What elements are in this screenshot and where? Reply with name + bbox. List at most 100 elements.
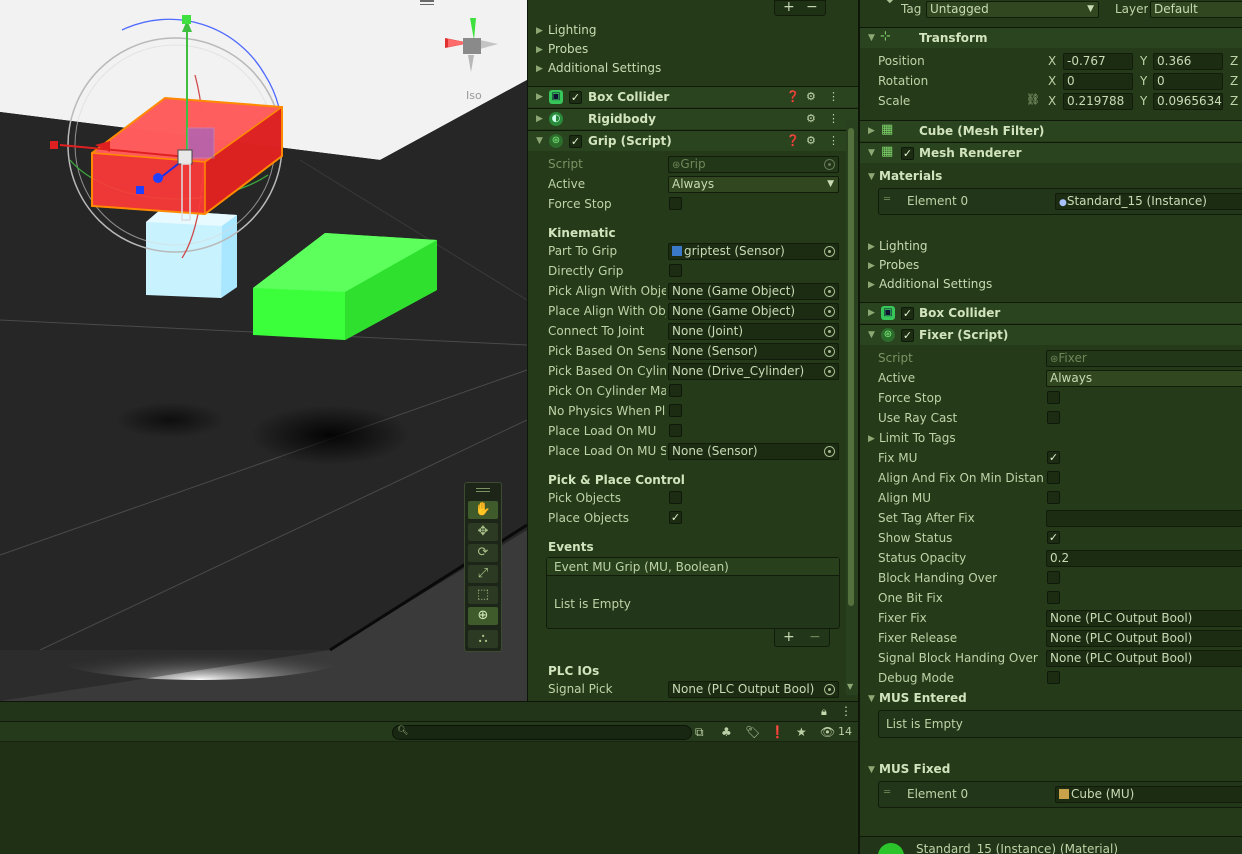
lock-icon[interactable]: 🔒︎ bbox=[821, 705, 827, 719]
section-probes[interactable]: Probes bbox=[548, 42, 588, 56]
scale-tool-icon[interactable]: ⤢ bbox=[468, 565, 498, 583]
place-load-sensor-field[interactable]: None (Sensor) bbox=[668, 443, 839, 460]
custom-tool-icon[interactable]: ⛬ bbox=[468, 630, 498, 648]
preset-icon[interactable]: ⚙︎ bbox=[806, 90, 816, 103]
fixer-release-field[interactable]: None (PLC Output Bool) bbox=[1046, 630, 1242, 647]
active-dropdown[interactable]: Always bbox=[1046, 370, 1242, 387]
align-mu-checkbox[interactable] bbox=[1047, 491, 1060, 504]
layer-dropdown[interactable]: Default bbox=[1150, 1, 1242, 18]
mesh-renderer-enabled-checkbox[interactable]: ✓ bbox=[901, 147, 914, 160]
debug-mode-checkbox[interactable] bbox=[1047, 671, 1060, 684]
fix-mu-checkbox[interactable]: ✓ bbox=[1047, 451, 1060, 464]
position-x-field[interactable]: -0.767 bbox=[1063, 53, 1133, 70]
component-header-transform[interactable]: ▼ ⊹ Transform bbox=[860, 27, 1242, 48]
help-icon[interactable]: ❓ bbox=[786, 90, 800, 103]
scale-x-field[interactable]: 0.219788 bbox=[1063, 93, 1133, 110]
tag-dropdown[interactable]: Untagged ▼ bbox=[926, 1, 1099, 18]
active-dropdown[interactable]: Always ▼ bbox=[668, 176, 839, 193]
use-raycast-checkbox[interactable] bbox=[1047, 411, 1060, 424]
favorite-star-icon[interactable]: ★ bbox=[796, 725, 807, 739]
hidden-eye-icon[interactable]: 👁︎ bbox=[820, 725, 835, 739]
rotate-tool-icon[interactable]: ⟳ bbox=[468, 544, 498, 562]
drag-handle-icon[interactable]: ═ bbox=[884, 194, 890, 205]
force-stop-checkbox[interactable] bbox=[1047, 391, 1060, 404]
axis-y-label[interactable]: Y bbox=[1140, 74, 1147, 88]
mus-fixed-element-field[interactable]: Cube (MU) bbox=[1055, 786, 1242, 803]
pick-icon[interactable]: ⧉ bbox=[695, 725, 704, 740]
rotation-y-field[interactable]: 0 bbox=[1153, 73, 1223, 90]
scene-filter-icon[interactable]: ♣ bbox=[721, 725, 732, 739]
no-physics-checkbox[interactable] bbox=[669, 404, 682, 417]
signal-pick-field[interactable]: None (PLC Output Bool) bbox=[668, 681, 839, 698]
place-align-field[interactable]: None (Game Object) bbox=[668, 303, 839, 320]
material-element-field[interactable]: ●Standard_15 (Instance) bbox=[1055, 193, 1242, 210]
set-tag-field[interactable] bbox=[1046, 510, 1242, 527]
place-objects-checkbox[interactable]: ✓ bbox=[669, 511, 682, 524]
pick-objects-checkbox[interactable] bbox=[669, 491, 682, 504]
component-header-box-collider[interactable]: ▶ ▣ ✓ Box Collider bbox=[860, 302, 1242, 323]
scene-canvas[interactable] bbox=[0, 0, 527, 701]
connect-joint-field[interactable]: None (Joint) bbox=[668, 323, 839, 340]
component-header-box-collider[interactable]: ▶ ▣ ✓ Box Collider ❓ ⚙︎ ⋮ bbox=[528, 86, 858, 107]
align-fix-checkbox[interactable] bbox=[1047, 471, 1060, 484]
position-y-field[interactable]: 0.366 bbox=[1153, 53, 1223, 70]
axis-z-label[interactable]: Z bbox=[1230, 74, 1238, 88]
axis-x-label[interactable]: X bbox=[1048, 94, 1056, 108]
box-collider-enabled-checkbox[interactable]: ✓ bbox=[569, 91, 582, 104]
section-additional-settings[interactable]: Additional Settings bbox=[548, 61, 661, 75]
axis-x-label[interactable]: X bbox=[1048, 54, 1056, 68]
pick-cylinder-field[interactable]: None (Drive_Cylinder) bbox=[668, 363, 839, 380]
component-menu-icon[interactable]: ⋮ bbox=[828, 134, 839, 147]
part-to-grip-field[interactable]: griptest (Sensor) bbox=[668, 243, 839, 260]
section-probes[interactable]: Probes bbox=[879, 258, 919, 272]
mus-fixed-foldout[interactable]: MUS Fixed bbox=[879, 762, 950, 776]
inspector-scrollbar[interactable]: ▼ bbox=[846, 120, 858, 695]
component-header-grip[interactable]: ▼ ⊛ ✓ Grip (Script) ❓ ⚙︎ ⋮ bbox=[528, 130, 858, 151]
block-handing-checkbox[interactable] bbox=[1047, 571, 1060, 584]
scene-view[interactable]: Iso ✋ ✥ ⟳ ⤢ ⬚ ⊕ ⛬ bbox=[0, 0, 527, 701]
pick-cylinder-max-checkbox[interactable] bbox=[669, 384, 682, 397]
label-icon[interactable]: 🏷︎ bbox=[745, 725, 760, 739]
iso-label[interactable]: Iso bbox=[466, 89, 482, 102]
show-status-checkbox[interactable]: ✓ bbox=[1047, 531, 1060, 544]
link-icon[interactable]: ⛓︎ bbox=[1026, 93, 1040, 106]
component-header-rigidbody[interactable]: ▶ ◐ Rigidbody ⚙︎ ⋮ bbox=[528, 108, 858, 129]
preset-icon[interactable]: ⚙︎ bbox=[806, 112, 816, 125]
directly-grip-checkbox[interactable] bbox=[669, 264, 682, 277]
section-lighting[interactable]: Lighting bbox=[879, 239, 928, 253]
mus-entered-foldout[interactable]: MUS Entered bbox=[879, 691, 967, 705]
limit-to-tags-foldout[interactable]: Limit To Tags bbox=[879, 431, 956, 445]
error-filter-icon[interactable]: ❗ bbox=[770, 725, 785, 739]
axis-z-label[interactable]: Z bbox=[1230, 94, 1238, 108]
pick-sensor-field[interactable]: None (Sensor) bbox=[668, 343, 839, 360]
status-opacity-field[interactable]: 0.2 bbox=[1046, 550, 1242, 567]
component-menu-icon[interactable]: ⋮ bbox=[828, 112, 839, 125]
component-menu-icon[interactable]: ⋮ bbox=[828, 90, 839, 103]
add-event-button[interactable]: + bbox=[783, 629, 795, 645]
one-bit-fix-checkbox[interactable] bbox=[1047, 591, 1060, 604]
transform-tool-icon[interactable]: ⊕ bbox=[468, 607, 498, 625]
force-stop-checkbox[interactable] bbox=[669, 197, 682, 210]
rotation-x-field[interactable]: 0 bbox=[1063, 73, 1133, 90]
axis-y-label[interactable]: Y bbox=[1140, 54, 1147, 68]
pick-align-field[interactable]: None (Game Object) bbox=[668, 283, 839, 300]
menu-kebab-icon[interactable]: ⋮ bbox=[840, 704, 852, 718]
remove-event-button[interactable]: − bbox=[809, 629, 821, 645]
rect-tool-icon[interactable]: ⬚ bbox=[468, 586, 498, 604]
axis-z-label[interactable]: Z bbox=[1230, 54, 1238, 68]
move-tool-icon[interactable]: ✥ bbox=[468, 523, 498, 541]
axis-x-label[interactable]: X bbox=[1048, 74, 1056, 88]
axis-y-label[interactable]: Y bbox=[1140, 94, 1147, 108]
console-search-input[interactable]: 🔍︎ bbox=[392, 725, 692, 740]
section-lighting[interactable]: Lighting bbox=[548, 23, 597, 37]
component-header-mesh-filter[interactable]: ▶ ▦ Cube (Mesh Filter) bbox=[860, 120, 1242, 141]
drag-handle-icon[interactable]: ═ bbox=[884, 787, 890, 798]
preset-icon[interactable]: ⚙︎ bbox=[806, 134, 816, 147]
component-header-mesh-renderer[interactable]: ▼ ▦ ✓ Mesh Renderer bbox=[860, 142, 1242, 163]
remove-item-button[interactable]: − bbox=[806, 0, 818, 15]
box-collider-enabled-checkbox[interactable]: ✓ bbox=[901, 307, 914, 320]
scale-y-field[interactable]: 0.0965634' bbox=[1153, 93, 1223, 110]
grip-enabled-checkbox[interactable]: ✓ bbox=[569, 135, 582, 148]
component-header-fixer[interactable]: ▼ ⊛ ✓ Fixer (Script) bbox=[860, 324, 1242, 345]
material-footer[interactable]: Standard_15 (Instance) (Material) bbox=[860, 836, 1242, 854]
